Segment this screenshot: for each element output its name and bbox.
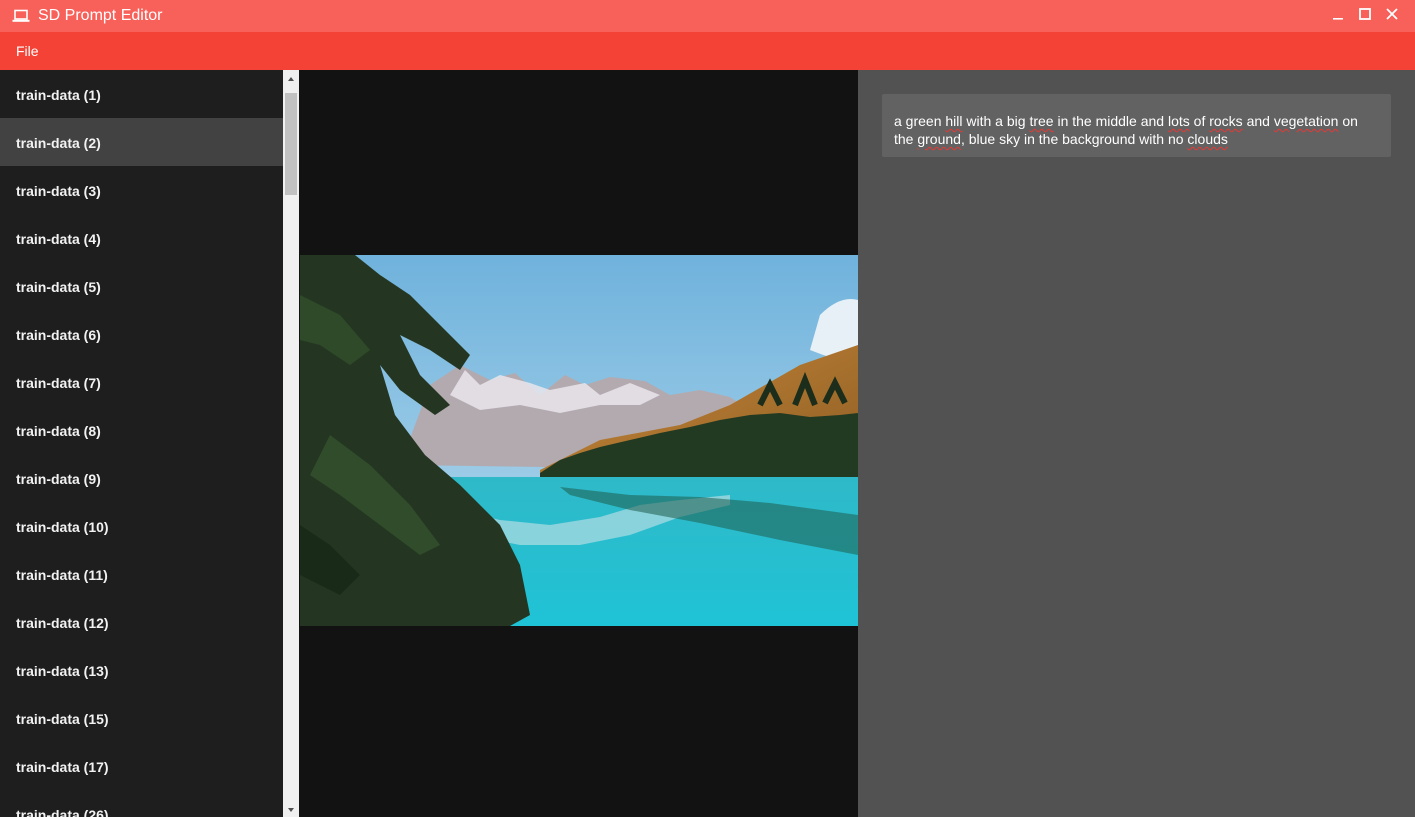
menu-bar: File (0, 32, 1415, 70)
scroll-up-button[interactable] (283, 70, 299, 86)
window-controls (1324, 0, 1415, 32)
list-item[interactable]: train-data (5) (0, 262, 283, 310)
list-item[interactable]: train-data (8) (0, 406, 283, 454)
prompt-text-segment: and (1242, 113, 1274, 129)
misspelled-word: tree (1029, 113, 1054, 129)
list-item[interactable]: train-data (17) (0, 742, 283, 790)
title-bar[interactable]: SD Prompt Editor (0, 0, 1415, 32)
triangle-down-icon (287, 800, 295, 817)
misspelled-word: hill (945, 113, 963, 129)
prompt-panel: a green hill with a big tree in the midd… (858, 70, 1415, 817)
list-item[interactable]: train-data (4) (0, 214, 283, 262)
misspelled-word: ground (917, 131, 961, 147)
scroll-down-button[interactable] (283, 801, 299, 817)
file-list-scrollbar[interactable] (283, 70, 299, 817)
maximize-button[interactable] (1351, 0, 1378, 32)
list-item[interactable]: train-data (6) (0, 310, 283, 358)
prompt-text-segment: with a big (962, 113, 1030, 129)
minimize-icon (1332, 7, 1344, 25)
list-item[interactable]: train-data (7) (0, 358, 283, 406)
menu-file[interactable]: File (16, 43, 39, 59)
minimize-button[interactable] (1324, 0, 1351, 32)
close-button[interactable] (1378, 0, 1405, 32)
list-item[interactable]: train-data (15) (0, 694, 283, 742)
misspelled-word: clouds (1187, 131, 1228, 147)
app-window: SD Prompt Editor File train-data (1) tra… (0, 0, 1415, 817)
misspelled-word: lots (1167, 113, 1190, 129)
prompt-text-segment: a green (894, 113, 946, 129)
misspelled-word: vegetation (1273, 113, 1339, 129)
image-viewer (299, 70, 858, 817)
prompt-text-segment: of (1189, 113, 1210, 129)
laptop-icon (12, 9, 30, 23)
close-icon (1385, 7, 1398, 25)
list-item[interactable]: train-data (10) (0, 502, 283, 550)
list-item[interactable]: train-data (26) (0, 790, 283, 817)
scroll-thumb[interactable] (285, 93, 297, 195)
triangle-up-icon (287, 69, 295, 87)
misspelled-word: rocks (1209, 113, 1243, 129)
list-item[interactable]: train-data (11) (0, 550, 283, 598)
prompt-textarea[interactable]: a green hill with a big tree in the midd… (882, 94, 1391, 157)
window-title: SD Prompt Editor (38, 7, 163, 24)
list-item[interactable]: train-data (12) (0, 598, 283, 646)
prompt-text-segment: , blue sky in the background with no (960, 131, 1188, 147)
list-item[interactable]: train-data (13) (0, 646, 283, 694)
maximize-icon (1358, 7, 1371, 25)
list-item[interactable]: train-data (3) (0, 166, 283, 214)
list-item[interactable]: train-data (9) (0, 454, 283, 502)
preview-image (300, 255, 858, 626)
list-item-selected[interactable]: train-data (2) (0, 118, 283, 166)
prompt-text-segment: in the middle and (1053, 113, 1168, 129)
file-list: train-data (1) train-data (2) train-data… (0, 70, 283, 817)
list-item[interactable]: train-data (1) (0, 70, 283, 118)
